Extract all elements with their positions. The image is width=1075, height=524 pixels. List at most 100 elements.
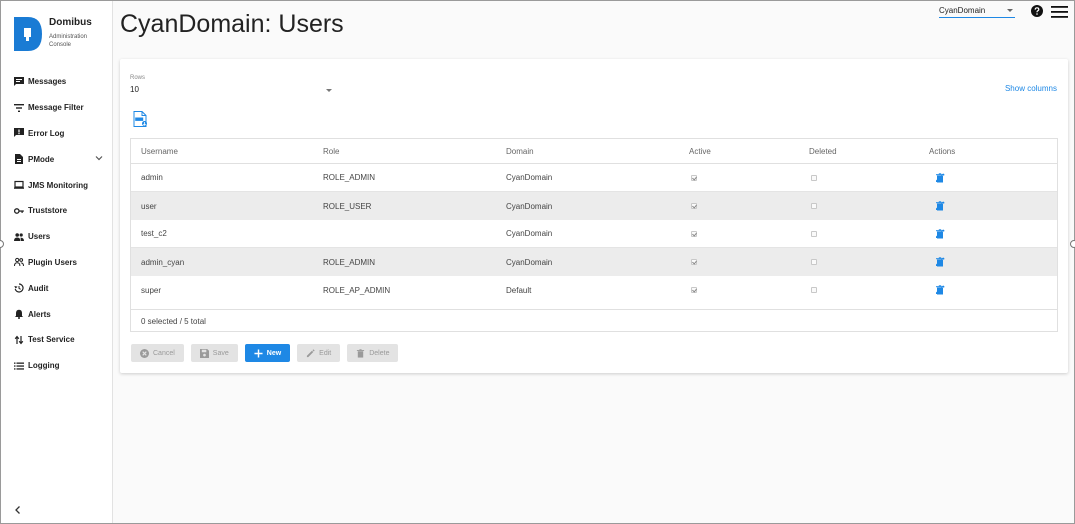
table-row[interactable]: user ROLE_USER CyanDomain bbox=[131, 192, 1057, 220]
plugin-users-icon bbox=[13, 257, 24, 268]
sidebar-item-messages[interactable]: Messages bbox=[1, 69, 113, 95]
cell-active bbox=[689, 164, 697, 191]
sidebar-item-label: Plugin Users bbox=[28, 257, 77, 267]
sidebar-item-truststore[interactable]: Truststore bbox=[1, 198, 113, 224]
sidebar-item-pmode[interactable]: PMode bbox=[1, 146, 113, 172]
delete-button-label: Delete bbox=[369, 349, 390, 357]
sidebar-item-label: PMode bbox=[28, 154, 55, 164]
active-checkbox[interactable] bbox=[691, 287, 697, 293]
cell-domain: CyanDomain bbox=[506, 229, 553, 238]
sidebar-item-label: JMS Monitoring bbox=[28, 180, 88, 190]
cell-active bbox=[689, 276, 697, 304]
new-button[interactable]: New bbox=[244, 344, 291, 362]
delete-row-button[interactable] bbox=[934, 164, 945, 191]
sidebar-item-message-filter[interactable]: Message Filter bbox=[1, 95, 113, 121]
table-row[interactable]: super ROLE_AP_ADMIN Default bbox=[131, 276, 1057, 304]
help-icon[interactable] bbox=[1031, 5, 1043, 17]
active-checkbox[interactable] bbox=[691, 203, 697, 209]
sidebar-item-alerts[interactable]: Alerts bbox=[1, 301, 113, 327]
table-header: Username Role Domain Active Deleted Acti… bbox=[131, 139, 1057, 164]
cell-deleted bbox=[809, 192, 817, 220]
swap-icon bbox=[13, 334, 24, 345]
trash-icon bbox=[935, 285, 944, 295]
table-row[interactable]: admin_cyan ROLE_ADMIN CyanDomain bbox=[131, 248, 1057, 276]
cell-deleted bbox=[809, 164, 817, 191]
sidebar-item-test-service[interactable]: Test Service bbox=[1, 327, 113, 353]
sidebar-item-audit[interactable]: Audit bbox=[1, 275, 113, 301]
column-header-deleted[interactable]: Deleted bbox=[809, 139, 837, 163]
deleted-checkbox[interactable] bbox=[811, 287, 817, 293]
delete-row-button[interactable] bbox=[934, 192, 945, 220]
bell-icon bbox=[13, 309, 24, 320]
users-icon bbox=[13, 231, 24, 242]
column-header-domain[interactable]: Domain bbox=[506, 139, 534, 163]
deleted-checkbox[interactable] bbox=[811, 174, 817, 181]
cell-username: user bbox=[141, 201, 157, 211]
sidebar-item-plugin-users[interactable]: Plugin Users bbox=[1, 250, 113, 276]
list-icon bbox=[13, 360, 24, 371]
cell-deleted bbox=[809, 276, 817, 304]
column-header-username[interactable]: Username bbox=[141, 139, 178, 163]
show-columns-link[interactable]: Show columns bbox=[1005, 84, 1057, 93]
message-icon bbox=[13, 76, 24, 87]
active-checkbox[interactable] bbox=[691, 174, 697, 181]
sidebar-item-users[interactable]: Users bbox=[1, 224, 113, 250]
cell-username: admin_cyan bbox=[141, 257, 185, 267]
chevron-down-icon[interactable] bbox=[95, 154, 103, 162]
pencil-icon bbox=[307, 348, 315, 357]
cell-deleted bbox=[809, 220, 817, 247]
cell-username: super bbox=[141, 285, 162, 295]
table-row[interactable]: test_c2 CyanDomain bbox=[131, 220, 1057, 248]
rows-select[interactable]: 10 bbox=[130, 85, 332, 97]
sidebar-item-label: Message Filter bbox=[28, 103, 84, 113]
delete-row-button[interactable] bbox=[934, 220, 945, 247]
filter-icon bbox=[13, 102, 24, 113]
csv-export-icon[interactable] bbox=[133, 111, 148, 127]
domain-select-value: CyanDomain bbox=[939, 6, 986, 15]
sidebar-item-logging[interactable]: Logging bbox=[1, 353, 113, 379]
cell-role: ROLE_ADMIN bbox=[323, 257, 376, 267]
domibus-logo bbox=[14, 17, 42, 51]
users-card: Rows 10 Show columns Username Role Domai… bbox=[120, 59, 1068, 373]
cell-username: admin bbox=[141, 173, 163, 182]
sidebar-item-jms-monitoring[interactable]: JMS Monitoring bbox=[1, 172, 113, 198]
deleted-checkbox[interactable] bbox=[811, 259, 817, 265]
hamburger-menu-icon[interactable] bbox=[1051, 5, 1068, 19]
cell-domain: Default bbox=[506, 285, 532, 295]
cell-active bbox=[689, 220, 697, 247]
column-header-active[interactable]: Active bbox=[689, 139, 711, 163]
deleted-checkbox[interactable] bbox=[811, 203, 817, 209]
trash-icon bbox=[935, 172, 944, 182]
column-header-role[interactable]: Role bbox=[323, 139, 339, 163]
chevron-left-icon[interactable] bbox=[13, 505, 23, 515]
caret-down-icon bbox=[326, 89, 332, 92]
sidebar-item-error-log[interactable]: Error Log bbox=[1, 121, 113, 147]
delete-row-button[interactable] bbox=[934, 248, 945, 276]
cancel-button-label: Cancel bbox=[153, 349, 175, 357]
cell-domain: CyanDomain bbox=[506, 201, 553, 211]
page-title: CyanDomain: Users bbox=[120, 10, 344, 38]
users-table: Username Role Domain Active Deleted Acti… bbox=[130, 138, 1058, 332]
brand[interactable]: Domibus Administration Console bbox=[14, 15, 114, 55]
trash-icon bbox=[935, 201, 944, 211]
edit-button[interactable]: Edit bbox=[297, 344, 341, 362]
cell-role: ROLE_ADMIN bbox=[323, 173, 376, 182]
delete-button[interactable]: Delete bbox=[347, 344, 399, 362]
delete-row-button[interactable] bbox=[934, 276, 945, 304]
sidebar-item-label: Test Service bbox=[28, 335, 75, 345]
active-checkbox[interactable] bbox=[691, 230, 697, 237]
save-button[interactable]: Save bbox=[190, 344, 238, 362]
document-icon bbox=[13, 154, 24, 165]
rows-label: Rows bbox=[130, 75, 146, 81]
cancel-button[interactable]: Cancel bbox=[131, 344, 184, 362]
domain-select[interactable]: CyanDomain bbox=[939, 4, 1015, 18]
active-checkbox[interactable] bbox=[691, 259, 697, 265]
sidebar-item-label: Alerts bbox=[28, 309, 51, 319]
cell-active bbox=[689, 192, 697, 220]
cell-username: test_c2 bbox=[141, 229, 167, 238]
caret-down-icon bbox=[1007, 9, 1013, 12]
deleted-checkbox[interactable] bbox=[811, 230, 817, 237]
new-button-label: New bbox=[266, 349, 282, 357]
resize-handle-right[interactable] bbox=[1070, 240, 1075, 248]
table-row[interactable]: admin ROLE_ADMIN CyanDomain bbox=[131, 164, 1057, 192]
